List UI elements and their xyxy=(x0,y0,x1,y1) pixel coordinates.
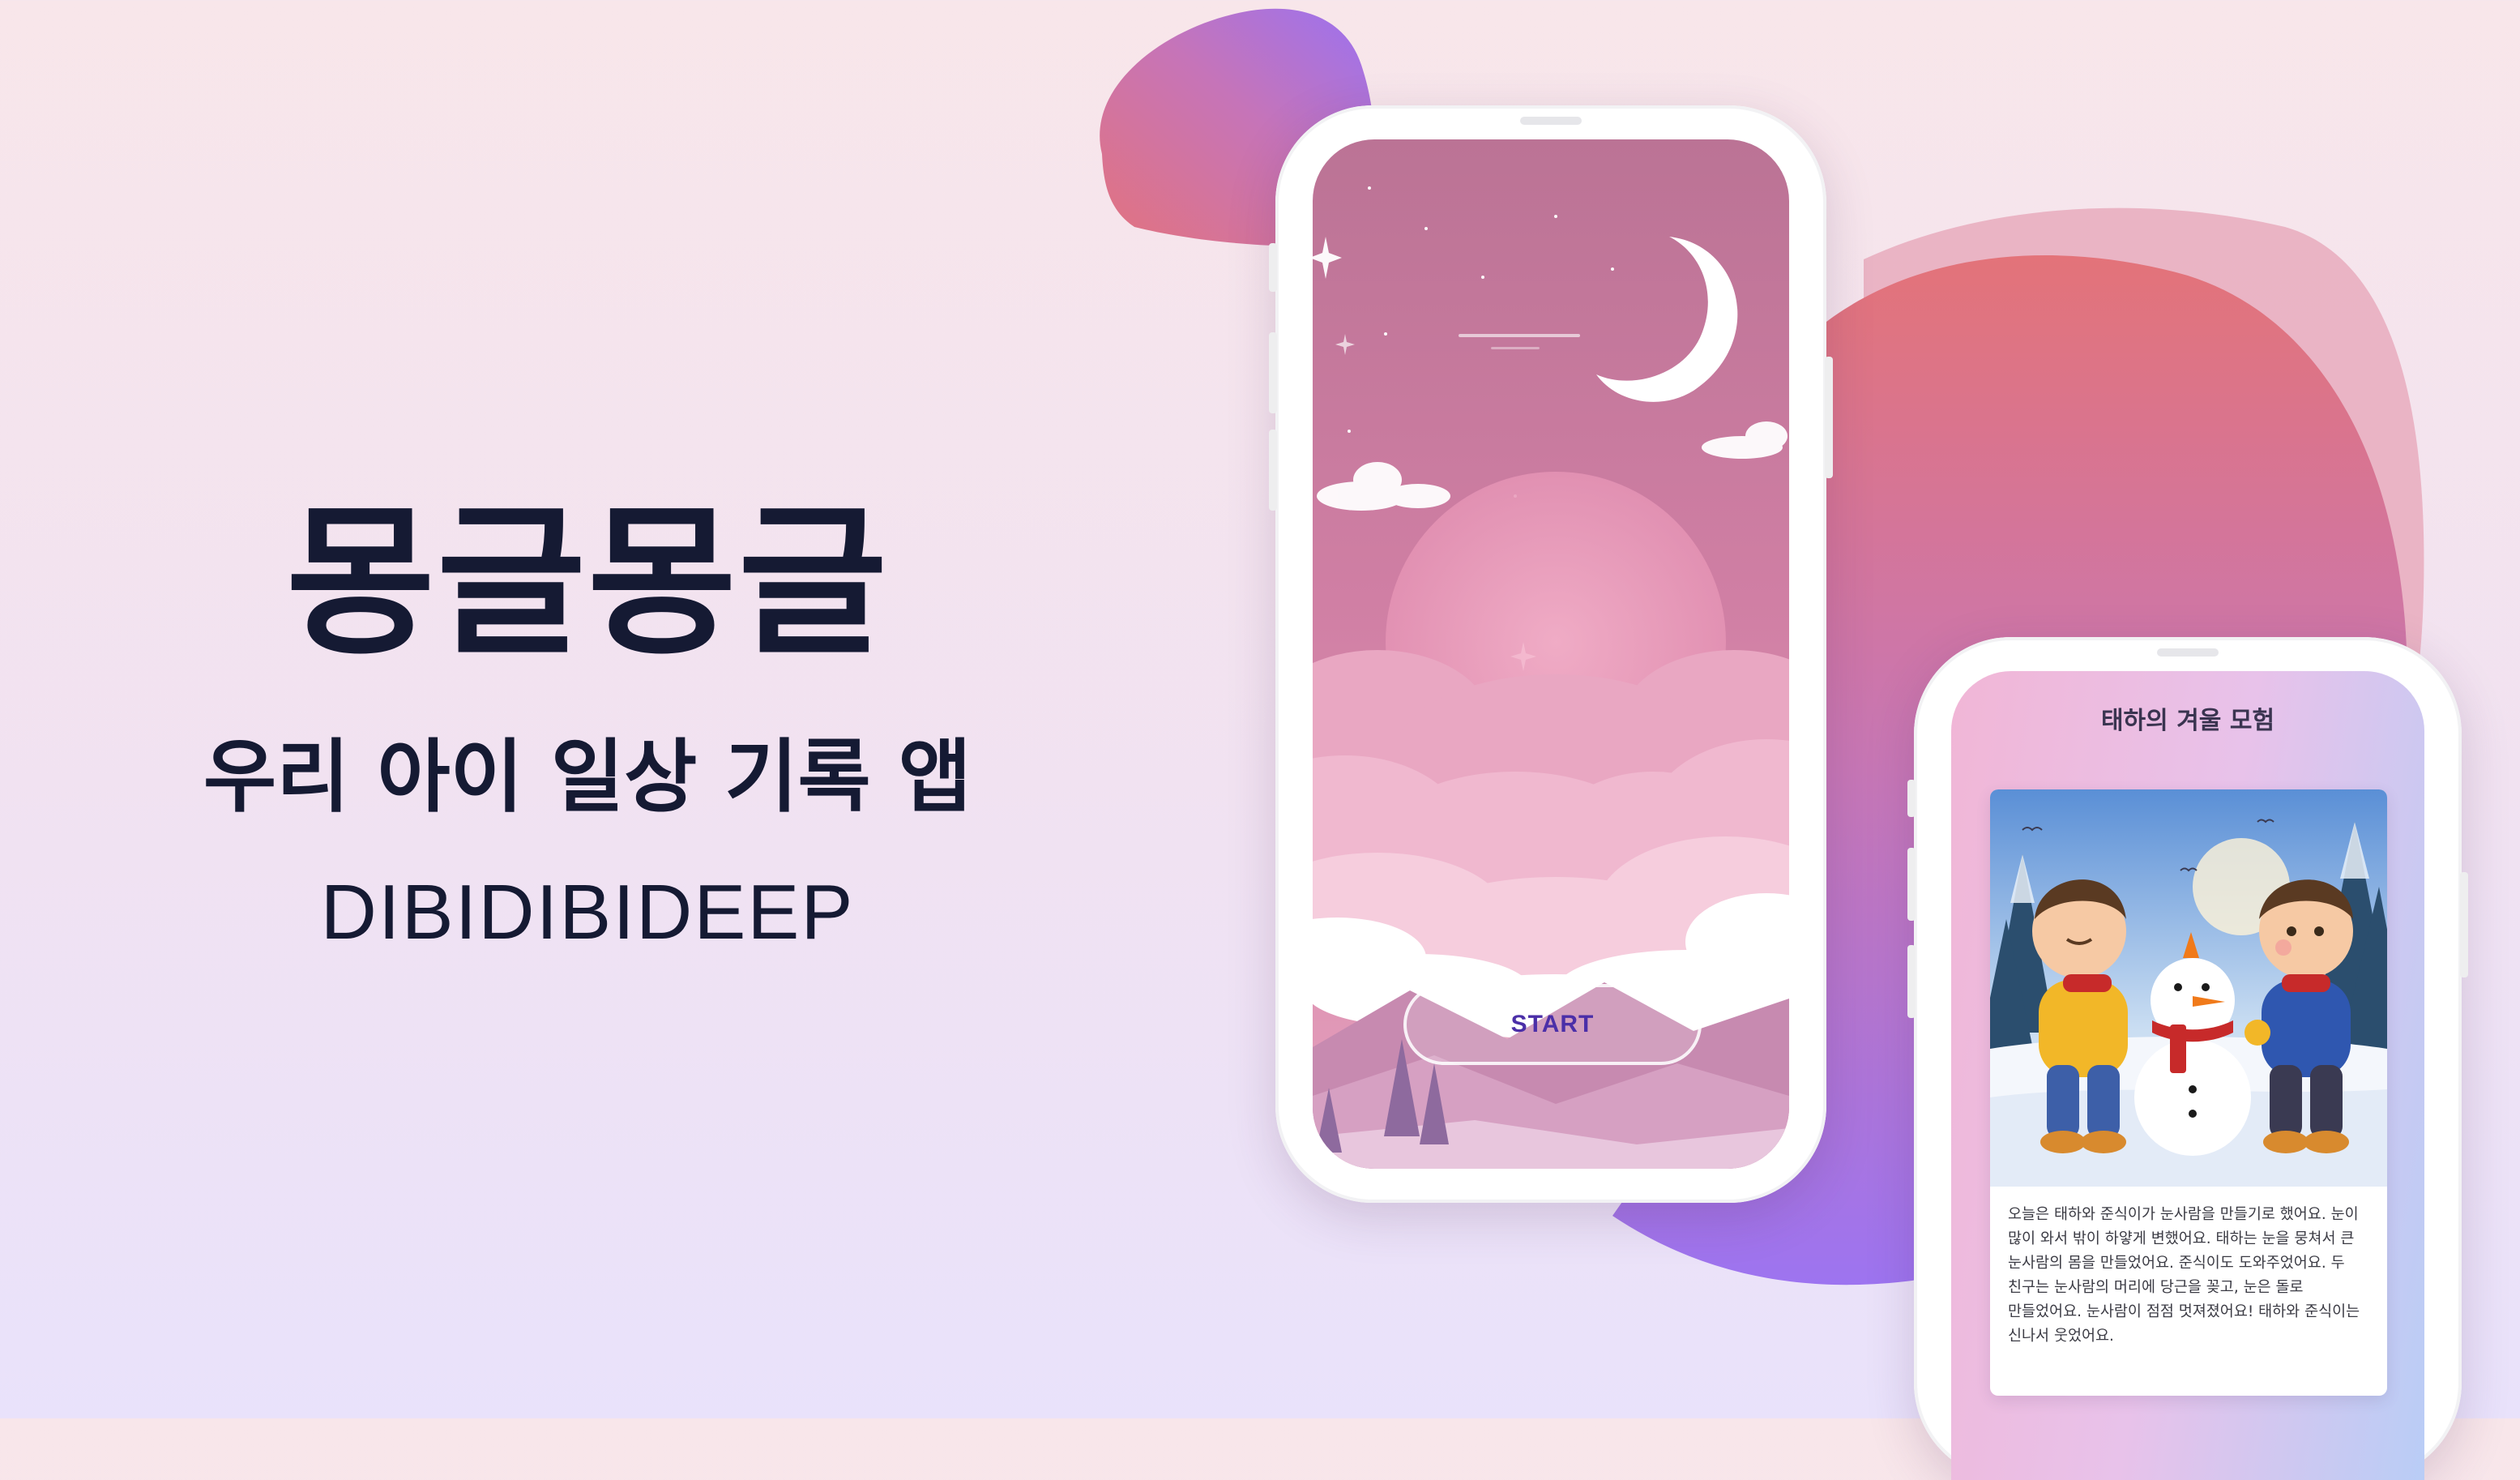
hero-block: 몽글몽글 우리 아이 일상 기록 앱 DIBIDIBIDEEP xyxy=(113,503,1061,952)
phone-speaker xyxy=(1520,117,1582,125)
side-button xyxy=(1269,332,1277,413)
brand-name: DIBIDIBIDEEP xyxy=(320,869,855,956)
story-card: 오늘은 태하와 준식이가 눈사람을 만들기로 했어요. 눈이 많이 와서 밖이 … xyxy=(1990,789,2387,1396)
story-body: 오늘은 태하와 준식이가 눈사람을 만들기로 했어요. 눈이 많이 와서 밖이 … xyxy=(2008,1206,2360,1345)
side-button xyxy=(1907,945,1916,1018)
side-button xyxy=(1825,357,1833,478)
side-button xyxy=(1269,430,1277,511)
snowman-illustration xyxy=(1990,789,2387,1187)
story-title: 태하의 겨울 모험 xyxy=(2100,707,2275,735)
side-button xyxy=(1907,848,1916,921)
side-button xyxy=(1269,243,1277,292)
app-title: 몽글몽글 xyxy=(285,489,889,678)
story-screen: 태하의 겨울 모험 오늘은 태하와 준식이가 눈사람을 만들기로 했어요. 눈이… xyxy=(1951,671,2424,1480)
story-illustration xyxy=(1990,789,2387,1187)
app-subtitle: 우리 아이 일상 기록 앱 xyxy=(203,731,972,823)
splash-screen: START xyxy=(1313,139,1789,1169)
side-button xyxy=(1907,780,1916,817)
side-button xyxy=(2460,872,2468,977)
start-button[interactable]: START xyxy=(1403,984,1702,1065)
phone-speaker xyxy=(2157,648,2219,657)
phone-splash: START xyxy=(1269,105,1833,1203)
phone-story: 태하의 겨울 모험 오늘은 태하와 준식이가 눈사람을 만들기로 했어요. 눈이… xyxy=(1907,637,2468,1480)
